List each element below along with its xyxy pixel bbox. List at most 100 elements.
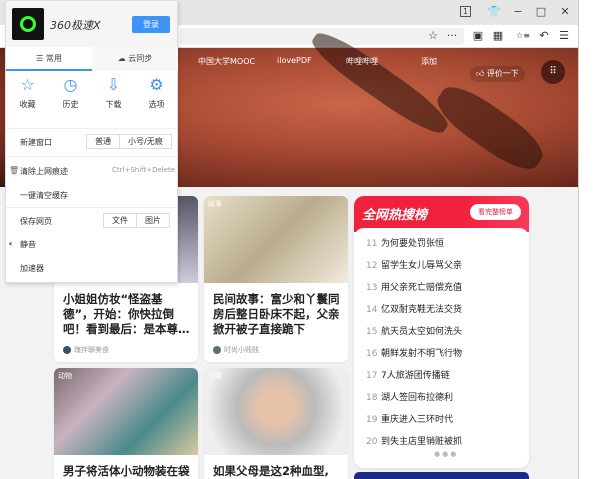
card-title: 如果父母是这2种血型, [213, 464, 329, 478]
rate-label: 评价一下 [486, 69, 519, 78]
hot-search-item[interactable]: 17 7人旅游团传播链 [366, 368, 450, 381]
options-button[interactable]: ⚙ 选项 [135, 75, 178, 110]
options-label: 选项 [148, 100, 165, 109]
hot-search-item[interactable]: 13 用父亲死亡赔偿充值 [366, 280, 462, 293]
rank: 11 [366, 239, 378, 249]
download-icon: ⇩ [106, 75, 121, 94]
menu-icon: ☰ [36, 54, 46, 63]
new-normal-window-button[interactable]: 普通 [87, 135, 120, 148]
favorites-button[interactable]: ☆ 收藏 [6, 75, 49, 110]
divider [6, 156, 177, 157]
rank: 17 [366, 371, 378, 381]
browser-logo [12, 8, 44, 40]
clear-history-button[interactable]: 清除上网痕迹 [20, 166, 68, 177]
history-button[interactable]: ◷ 历史 [49, 75, 92, 110]
topic: 湖人签回布拉德利 [381, 393, 454, 403]
rank: 14 [366, 305, 378, 315]
card-title: 男子将活体小动物装在袋 [63, 464, 190, 478]
mute-button[interactable]: 静音 [20, 239, 36, 250]
favorites-label: 收藏 [19, 100, 36, 109]
bookmark-star-icon[interactable]: ☆ [425, 28, 441, 44]
card-source: 时尚小贱贱 [213, 345, 259, 355]
bookmark-link[interactable]: 哔哩哔哩 [346, 56, 378, 67]
favorites-icon[interactable]: ☆≡ [515, 28, 531, 44]
card-tag: 故事 [208, 200, 222, 208]
skin-icon[interactable]: 👕 [486, 4, 502, 20]
card-tag: 动物 [58, 372, 72, 380]
save-as-image-button[interactable]: 图片 [137, 214, 169, 227]
bookmark-add-link[interactable]: 添加 [421, 56, 437, 67]
tab-count-button[interactable]: 1 [460, 6, 471, 17]
close-button[interactable]: ✕ [557, 4, 573, 20]
news-card[interactable]: 动物 男子将活体小动物装在袋 [54, 368, 198, 479]
save-as-file-button[interactable]: 文件 [104, 214, 137, 227]
rate-button[interactable]: 👍︎ 评价一下 [470, 66, 525, 82]
view-full-list-button[interactable]: 看完整榜单 [470, 204, 521, 220]
new-incognito-window-button[interactable]: 小号/无痕 [120, 135, 171, 148]
source-name: 时尚小贱贱 [224, 346, 259, 354]
minimize-button[interactable]: − [510, 4, 526, 20]
apps-icon[interactable]: ▦ [490, 28, 506, 44]
downloads-button[interactable]: ⇩ 下载 [92, 75, 135, 110]
tab-label: 云同步 [128, 54, 153, 63]
tab-common[interactable]: ☰ 常用 [6, 47, 92, 71]
banner[interactable] [354, 472, 529, 479]
topic: 留学生女儿辱骂父亲 [381, 261, 463, 271]
hot-search-list: 11 为何要处罚张恒 12 留学生女儿辱骂父亲 13 用父亲死亡赔偿充值 14 亿双耐克… [354, 228, 529, 468]
hot-search-panel: 全网热搜榜 看完整榜单 11 为何要处罚张恒 12 留学生女儿辱骂父亲 13 用父亲死… [354, 196, 529, 468]
hot-search-item[interactable]: 20 到失主店里销赃被抓 [366, 434, 462, 447]
rank: 12 [366, 261, 378, 271]
speaker-icon: 🔈︎ [9, 239, 14, 248]
avatar [63, 346, 71, 354]
news-card[interactable]: 母婴 如果父母是这2种血型, [204, 368, 348, 479]
new-window-label: 新建窗口 [20, 138, 52, 147]
news-card[interactable]: 故事 民间故事：富少和丫鬟同房后整日卧床不起，父亲掀开被子直接跪下 时尚小贱贱 [204, 196, 348, 362]
hot-search-title: 全网热搜榜 [362, 208, 428, 223]
login-button[interactable]: 登录 [132, 16, 170, 33]
divider [6, 128, 177, 129]
hot-search-item[interactable]: 12 留学生女儿辱骂父亲 [366, 258, 462, 271]
tab-cloud-sync[interactable]: ☁ 云同步 [92, 47, 178, 71]
topic: 朝鲜发射不明飞行物 [381, 349, 463, 359]
new-window-options: 普通 小号/无痕 [86, 134, 172, 149]
topic: 7人旅游团传播链 [381, 371, 450, 381]
apps-grid-button[interactable]: ⠿ [541, 60, 565, 84]
menu-icon[interactable]: ☰ [556, 28, 572, 44]
hot-search-item[interactable]: 15 航天员太空如何洗头 [366, 324, 462, 337]
topic: 用父亲死亡赔偿充值 [381, 283, 463, 293]
hot-search-item[interactable]: 14 亿双耐克鞋无法交货 [366, 302, 462, 315]
hot-search-item[interactable]: 19 重庆进入三环时代 [366, 412, 453, 425]
maximize-button[interactable]: □ [533, 4, 549, 20]
bookmark-link[interactable]: 中国大学MOOC [198, 56, 255, 67]
rank: 15 [366, 327, 378, 337]
hot-search-header: 全网热搜榜 看完整榜单 [354, 196, 529, 232]
rank: 20 [366, 437, 378, 447]
hero-decoration [429, 77, 551, 179]
hot-search-item[interactable]: 18 湖人签回布拉德利 [366, 390, 453, 403]
bookmark-link[interactable]: ilovePDF [277, 56, 312, 65]
star-icon: ☆ [20, 75, 35, 94]
downloads-label: 下载 [105, 100, 122, 109]
gear-icon: ⚙ [149, 75, 164, 94]
card-image [204, 196, 348, 283]
hot-search-item[interactable]: 16 朝鲜发射不明飞行物 [366, 346, 462, 359]
undo-icon[interactable]: ↶ [536, 28, 552, 44]
topic: 亿双耐克鞋无法交货 [381, 305, 463, 315]
card-image [204, 368, 348, 455]
topic: 为何要处罚张恒 [381, 239, 445, 249]
hot-search-item[interactable]: 11 为何要处罚张恒 [366, 236, 444, 249]
sidebar-icon[interactable]: ▣ [470, 28, 486, 44]
divider [6, 207, 177, 208]
page-dots[interactable]: ●●● [434, 450, 458, 458]
popup-header: 360极速X 登录 [6, 1, 177, 47]
accelerator-button[interactable]: 加速器 [20, 263, 44, 274]
avatar [213, 346, 221, 354]
topic: 重庆进入三环时代 [381, 415, 454, 425]
history-label: 历史 [62, 100, 79, 109]
rank: 18 [366, 393, 378, 403]
cloud-icon: ☁ [117, 54, 129, 63]
topic: 到失主店里销赃被抓 [381, 437, 463, 447]
clear-cache-button[interactable]: 一键清空缓存 [20, 190, 68, 201]
more-icon[interactable]: ··· [444, 28, 460, 44]
main-menu-popup: 360极速X 登录 ☰ 常用 ☁ 云同步 ☆ 收藏 ◷ 历史 ⇩ 下载 ⚙ 选项 新建窗… [5, 0, 178, 283]
